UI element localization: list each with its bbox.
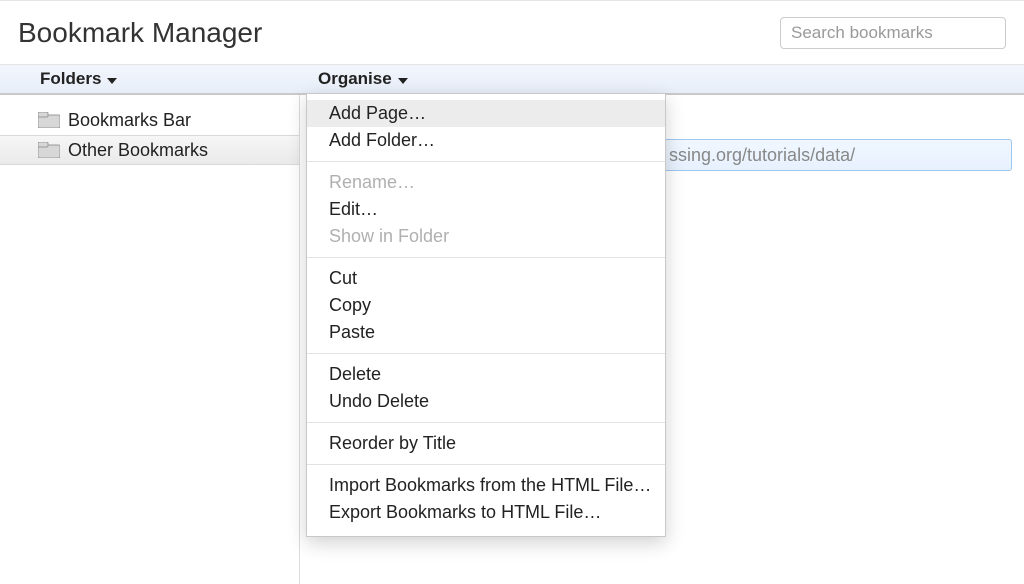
menu-item-rename: Rename…: [307, 169, 665, 196]
menu-item-export-bookmarks[interactable]: Export Bookmarks to HTML File…: [307, 499, 665, 526]
top-bar: Bookmark Manager: [0, 0, 1024, 65]
menu-separator: [307, 422, 665, 423]
menu-item-copy[interactable]: Copy: [307, 292, 665, 319]
menu-item-cut[interactable]: Cut: [307, 265, 665, 292]
content-pane: ssing.org/tutorials/data/ Add Page… Add …: [300, 95, 1024, 584]
main-body: Bookmarks Bar Other Bookmarks ssing.org/…: [0, 95, 1024, 584]
sidebar-item-label: Other Bookmarks: [68, 140, 208, 161]
menu-item-add-page[interactable]: Add Page…: [307, 100, 665, 127]
menu-item-label: Copy: [329, 295, 371, 316]
menu-separator: [307, 161, 665, 162]
menu-item-label: Delete: [329, 364, 381, 385]
folders-sidebar: Bookmarks Bar Other Bookmarks: [0, 95, 300, 584]
menu-item-import-bookmarks[interactable]: Import Bookmarks from the HTML File…: [307, 472, 665, 499]
chevron-down-icon: [107, 69, 117, 89]
organise-header[interactable]: Organise: [300, 65, 1024, 94]
menu-item-label: Import Bookmarks from the HTML File…: [329, 475, 651, 496]
menu-item-label: Undo Delete: [329, 391, 429, 412]
menu-item-delete[interactable]: Delete: [307, 361, 665, 388]
menu-separator: [307, 464, 665, 465]
search-input[interactable]: [780, 17, 1006, 49]
folders-header[interactable]: Folders: [0, 65, 300, 94]
menu-item-label: Add Folder…: [329, 130, 435, 151]
organise-header-label: Organise: [318, 69, 392, 89]
organise-menu: Add Page… Add Folder… Rename… Edit… Show…: [306, 93, 666, 537]
sidebar-item-other-bookmarks[interactable]: Other Bookmarks: [0, 135, 299, 165]
menu-separator: [307, 257, 665, 258]
column-headers: Folders Organise: [0, 65, 1024, 95]
menu-item-edit[interactable]: Edit…: [307, 196, 665, 223]
folder-icon: [38, 112, 60, 128]
menu-item-paste[interactable]: Paste: [307, 319, 665, 346]
menu-item-label: Reorder by Title: [329, 433, 456, 454]
search-container: [780, 17, 1006, 49]
sidebar-item-label: Bookmarks Bar: [68, 110, 191, 131]
folders-header-label: Folders: [40, 69, 101, 89]
menu-item-undo-delete[interactable]: Undo Delete: [307, 388, 665, 415]
menu-item-reorder-by-title[interactable]: Reorder by Title: [307, 430, 665, 457]
menu-separator: [307, 353, 665, 354]
page-title: Bookmark Manager: [18, 17, 262, 49]
menu-item-label: Paste: [329, 322, 375, 343]
menu-item-label: Export Bookmarks to HTML File…: [329, 502, 601, 523]
bookmark-url-fragment: ssing.org/tutorials/data/: [669, 145, 855, 166]
menu-item-show-in-folder: Show in Folder: [307, 223, 665, 250]
menu-item-label: Add Page…: [329, 103, 426, 124]
chevron-down-icon: [398, 69, 408, 89]
menu-item-label: Show in Folder: [329, 226, 449, 247]
folder-icon: [38, 142, 60, 158]
menu-item-label: Rename…: [329, 172, 415, 193]
menu-item-label: Cut: [329, 268, 357, 289]
menu-item-label: Edit…: [329, 199, 378, 220]
menu-item-add-folder[interactable]: Add Folder…: [307, 127, 665, 154]
sidebar-item-bookmarks-bar[interactable]: Bookmarks Bar: [0, 105, 299, 135]
